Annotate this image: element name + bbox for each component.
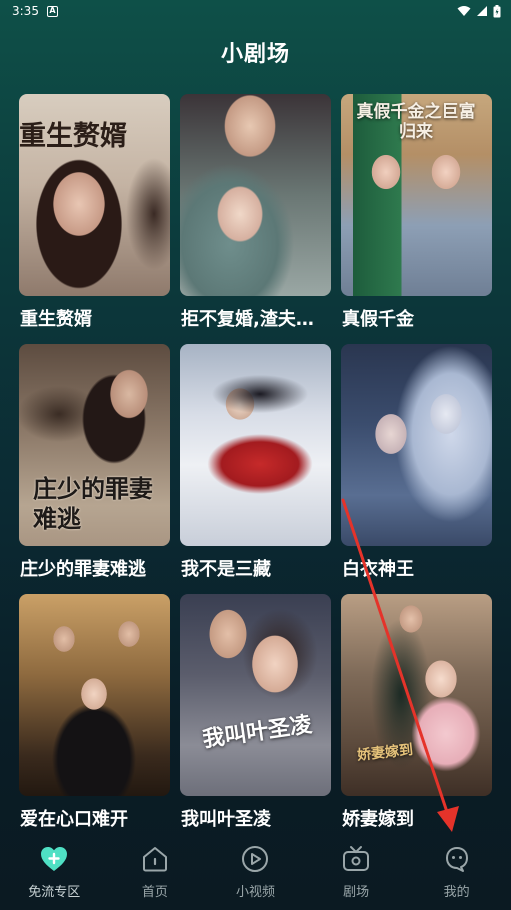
battery-icon: [493, 4, 501, 17]
notification-icon: A: [46, 5, 58, 17]
poster-title-text: 真假千金之巨富归来: [356, 102, 476, 142]
drama-title: 娇妻嫁到: [342, 809, 414, 830]
drama-poster[interactable]: [180, 344, 331, 546]
status-time: 3:35: [12, 4, 39, 18]
poster-title-text: 我叫叶圣凌: [201, 711, 314, 753]
drama-title: 重生赘婿: [20, 309, 92, 330]
drama-card[interactable]: 庄少的罪妻难逃 庄少的罪妻难逃: [19, 344, 170, 594]
tab-short-video[interactable]: 小视频: [205, 838, 305, 910]
drama-title: 庄少的罪妻难逃: [20, 559, 146, 580]
signal-icon: [477, 6, 487, 16]
drama-card[interactable]: 拒不复婚,渣夫…: [180, 94, 331, 344]
poster-title-text: 庄少的罪妻难逃: [33, 474, 153, 533]
drama-title: 我不是三藏: [181, 559, 271, 580]
heart-plus-icon: [39, 844, 69, 874]
drama-card[interactable]: 真假千金之巨富归来 真假千金: [341, 94, 492, 344]
tab-profile[interactable]: 我的: [407, 838, 507, 910]
tab-theater[interactable]: 剧场: [306, 838, 406, 910]
drama-poster[interactable]: 娇妻嫁到: [341, 594, 492, 796]
profile-icon: [442, 844, 472, 874]
play-icon: [240, 844, 270, 874]
page-title: 小剧场: [220, 42, 290, 67]
tab-label: 免流专区: [28, 885, 81, 900]
tab-label: 首页: [141, 885, 168, 900]
drama-poster[interactable]: [180, 94, 331, 296]
tab-free-zone[interactable]: 免流专区: [4, 838, 104, 910]
drama-title: 我叫叶圣凌: [181, 809, 271, 830]
tab-label: 小视频: [235, 885, 275, 900]
drama-grid: 重生赘婿 重生赘婿 拒不复婚,渣夫… 真假千金之巨富归来 真假千金 庄少的罪妻难…: [19, 94, 493, 844]
wifi-icon: [457, 6, 471, 16]
drama-card[interactable]: 我不是三藏: [180, 344, 331, 594]
tv-icon: [341, 844, 371, 874]
drama-poster[interactable]: 我叫叶圣凌: [180, 594, 331, 796]
drama-poster[interactable]: 重生赘婿: [19, 94, 170, 296]
drama-poster[interactable]: [19, 594, 170, 796]
drama-title: 白衣神王: [342, 559, 414, 580]
drama-card[interactable]: 爱在心口难开: [19, 594, 170, 844]
tab-home[interactable]: 首页: [105, 838, 205, 910]
drama-card[interactable]: 我叫叶圣凌 我叫叶圣凌: [180, 594, 331, 844]
status-bar: 3:35 A: [0, 0, 511, 22]
tab-label: 剧场: [343, 885, 370, 900]
drama-title: 真假千金: [342, 309, 414, 330]
poster-title-text: 重生赘婿: [19, 121, 127, 152]
tab-label: 我的: [443, 885, 470, 900]
drama-title: 爱在心口难开: [20, 809, 128, 830]
home-icon: [140, 844, 170, 874]
drama-title: 拒不复婚,渣夫…: [181, 309, 314, 330]
drama-card[interactable]: 重生赘婿 重生赘婿: [19, 94, 170, 344]
drama-poster[interactable]: 真假千金之巨富归来: [341, 94, 492, 296]
drama-card[interactable]: 娇妻嫁到 娇妻嫁到: [341, 594, 492, 844]
drama-card[interactable]: 白衣神王: [341, 344, 492, 594]
poster-title-text: 娇妻嫁到: [356, 742, 414, 764]
drama-poster[interactable]: 庄少的罪妻难逃: [19, 344, 170, 546]
bottom-tab-bar: 免流专区 首页 小视频 剧场 我的: [0, 838, 511, 910]
drama-poster[interactable]: [341, 344, 492, 546]
